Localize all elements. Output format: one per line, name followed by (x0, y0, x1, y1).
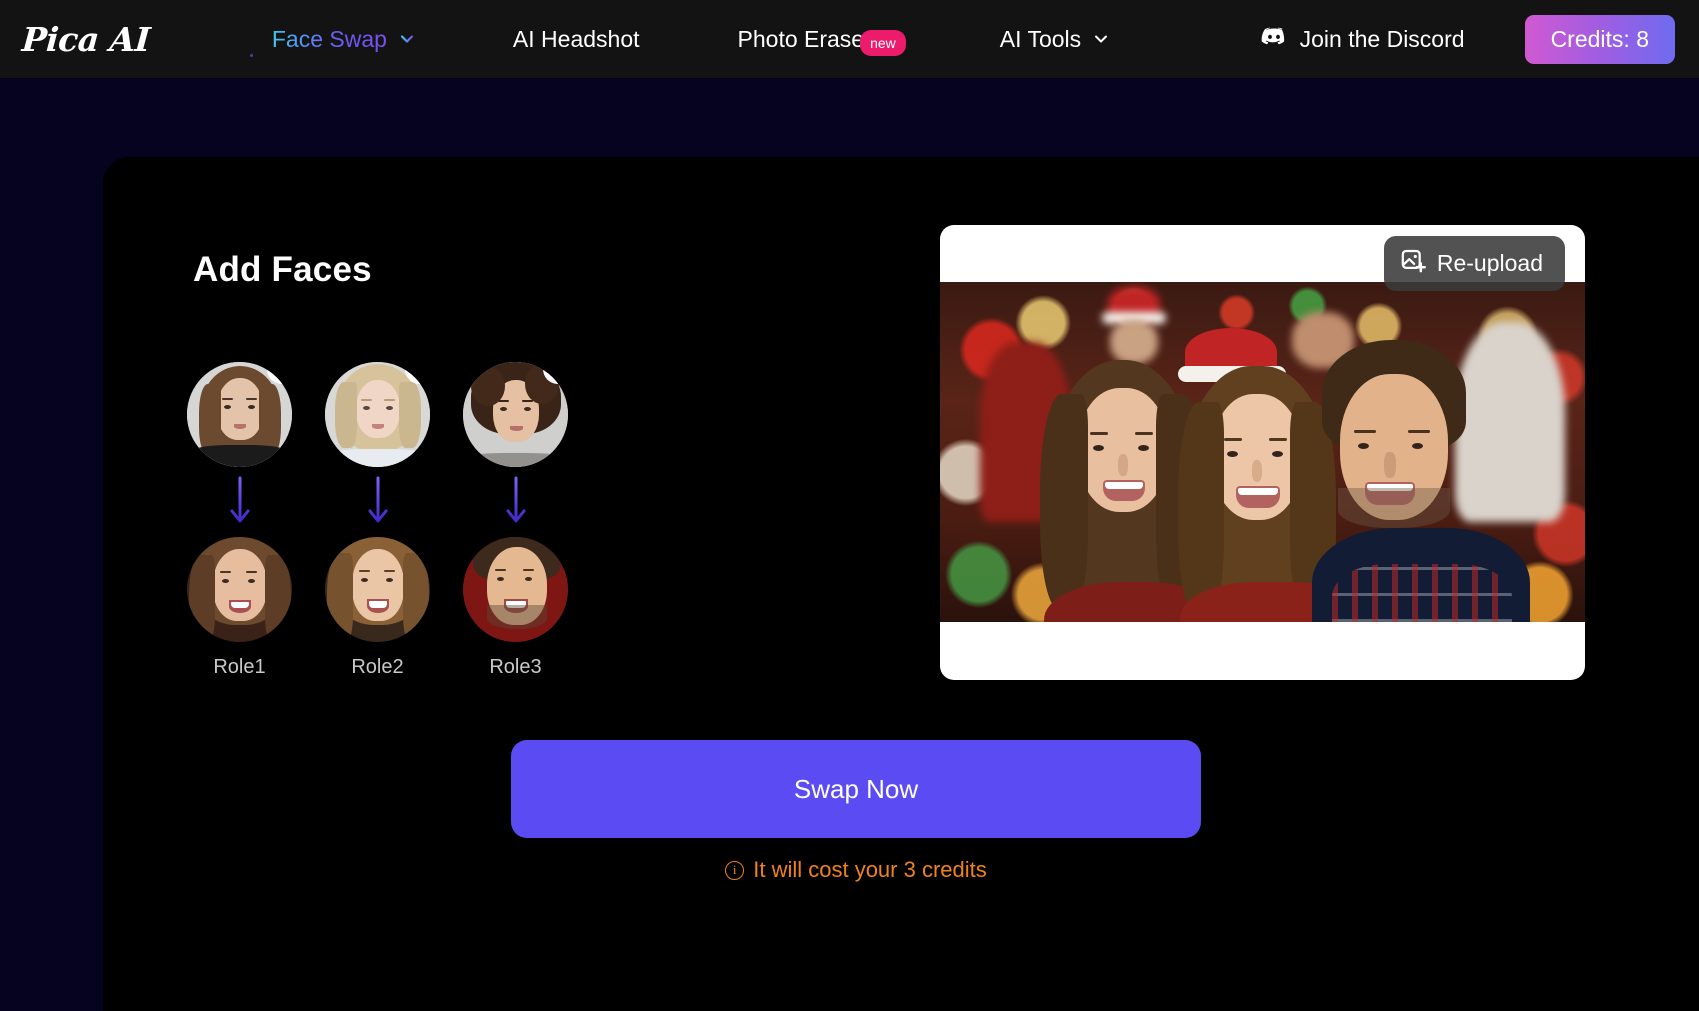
main-nav: Face Swap AI Headshot Photo Eraser new A… (242, 25, 1139, 57)
credit-cost-note: i It will cost your 3 credits (511, 857, 1201, 883)
nav-label-photo-eraser: Photo Eraser (737, 25, 872, 52)
role-label-2: Role2 (351, 656, 404, 678)
arrow-down-icon (325, 467, 430, 537)
nav-item-ai-headshot[interactable]: AI Headshot (483, 26, 670, 53)
target-face-2[interactable] (325, 537, 430, 642)
discord-icon (1261, 26, 1287, 53)
source-face-3[interactable] (463, 362, 568, 467)
face-pair-1: Role1 (187, 362, 292, 679)
top-navigation-bar: Pica AI Face Swap AI Headshot Photo Eras… (0, 0, 1699, 78)
arrow-down-icon (187, 467, 292, 537)
preview-image (940, 282, 1585, 622)
reupload-label: Re-upload (1436, 250, 1543, 276)
nav-label-ai-tools: AI Tools (999, 25, 1082, 52)
nav-label-ai-headshot: AI Headshot (512, 25, 640, 52)
credits-button[interactable]: Credits: 8 (1524, 14, 1675, 64)
chevron-down-icon (1093, 31, 1109, 47)
chevron-down-icon (399, 31, 415, 47)
nav-item-face-swap[interactable]: Face Swap (242, 25, 445, 57)
image-preview-card: Re-upload (940, 225, 1585, 680)
source-face-1[interactable] (187, 362, 292, 467)
image-add-icon (1400, 247, 1427, 280)
background-person-white (1455, 322, 1565, 522)
target-face-1[interactable] (187, 537, 292, 642)
credit-cost-text: It will cost your 3 credits (753, 857, 987, 882)
background-person-face (1110, 320, 1158, 364)
info-icon: i (725, 860, 745, 880)
role-label-1: Role1 (213, 656, 266, 678)
nav-item-ai-tools[interactable]: AI Tools (970, 26, 1139, 53)
swap-now-button[interactable]: Swap Now (511, 740, 1201, 838)
role-label-3: Role3 (489, 656, 542, 678)
header-actions: Join the Discord Credits: 8 (1261, 14, 1699, 64)
active-indicator-dot (249, 53, 253, 57)
page-title: Add Faces (193, 250, 372, 289)
app-logo[interactable]: Pica AI (21, 20, 152, 59)
workspace-card: Add Faces Role1 Role2 Role3 Swap Now i I… (103, 157, 1699, 1011)
discord-label: Join the Discord (1299, 25, 1465, 52)
join-discord-link[interactable]: Join the Discord (1261, 26, 1465, 53)
face-pair-3: Role3 (463, 362, 568, 679)
source-face-2[interactable] (325, 362, 430, 467)
face-pairs-row: Role1 Role2 Role3 (187, 362, 568, 679)
nav-item-photo-eraser[interactable]: Photo Eraser new (708, 25, 906, 56)
nav-label-face-swap: Face Swap (271, 25, 387, 52)
arrow-down-icon (463, 467, 568, 537)
new-badge: new (860, 29, 906, 56)
target-face-3[interactable] (463, 537, 568, 642)
reupload-button[interactable]: Re-upload (1383, 236, 1565, 291)
face-pair-2: Role2 (325, 362, 430, 679)
